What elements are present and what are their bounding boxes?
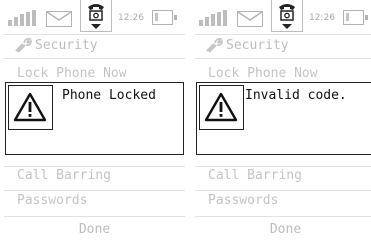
battery-icon — [152, 10, 177, 25]
alert-dialog: Invalid code. — [196, 82, 371, 155]
menu-item-call-barring[interactable]: Call Barring — [17, 168, 111, 183]
warning-icon — [204, 92, 238, 122]
menu-item-lock-phone-now[interactable]: Lock Phone Now — [17, 66, 127, 81]
alert-dialog: Phone Locked — [5, 82, 184, 155]
phone-screen-right: 12:26 Security Lock Phone Now Call Barri… — [195, 0, 371, 240]
status-bar: 12:26 — [4, 0, 185, 34]
security-phone-tab[interactable] — [80, 0, 112, 32]
security-header: Security — [195, 34, 371, 58]
warning-icon-box — [199, 85, 244, 130]
wrench-icon — [206, 38, 223, 53]
done-button[interactable]: Done — [4, 222, 185, 237]
wrench-icon — [15, 38, 32, 53]
dialog-message: Phone Locked — [62, 88, 156, 103]
clock-time: 12:26 — [118, 13, 144, 23]
status-bar: 12:26 — [195, 0, 371, 34]
battery-icon — [343, 10, 368, 25]
phone-screen-left: 12:26 Security Lock Phone Now Call Barri… — [4, 0, 185, 240]
softkey-bar: Done — [4, 218, 185, 240]
menu-item-lock-phone-now[interactable]: Lock Phone Now — [208, 66, 318, 81]
page-title: Security — [35, 38, 98, 53]
clock-time: 12:26 — [309, 13, 335, 23]
security-phone-tab[interactable] — [271, 0, 303, 32]
menu-item-call-barring[interactable]: Call Barring — [208, 168, 302, 183]
security-header: Security — [4, 34, 185, 58]
signal-strength-icon — [199, 10, 231, 26]
dialog-message: Invalid code. — [245, 88, 347, 103]
phone-lock-icon — [88, 4, 104, 29]
signal-strength-icon — [8, 10, 40, 26]
warning-icon-box — [8, 85, 53, 130]
menu-item-passwords[interactable]: Passwords — [17, 193, 87, 208]
warning-icon — [13, 92, 47, 122]
messages-envelope-icon[interactable] — [237, 11, 263, 27]
page-title: Security — [226, 38, 289, 53]
menu-item-passwords[interactable]: Passwords — [208, 193, 278, 208]
messages-envelope-icon[interactable] — [46, 11, 72, 27]
done-button[interactable]: Done — [195, 222, 371, 237]
softkey-bar: Done — [195, 218, 371, 240]
phone-lock-icon — [279, 4, 295, 29]
